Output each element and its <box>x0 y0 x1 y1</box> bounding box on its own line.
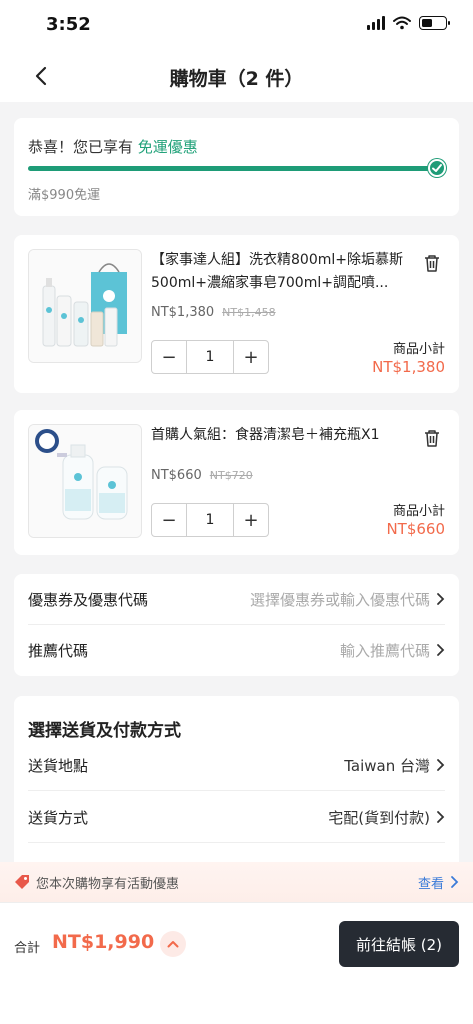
quantity-input[interactable]: 1 <box>186 504 234 536</box>
trash-icon[interactable] <box>423 428 441 448</box>
product-image[interactable] <box>28 249 142 363</box>
battery-icon <box>419 16 450 30</box>
price-current: NT$660 <box>151 468 202 483</box>
divider <box>28 842 445 843</box>
promo-text: 恭喜！您已享有 <box>28 138 138 156</box>
subtotal-value: NT$660 <box>386 520 445 538</box>
product-price: NT$1,380 NT$1,458 <box>151 305 276 320</box>
check-icon <box>428 159 446 177</box>
chevron-right-icon <box>437 644 445 656</box>
total-price: NT$1,990 <box>52 931 155 953</box>
shipping-heading: 選擇送貨及付款方式 <box>28 721 181 741</box>
threshold-note: 滿$990免運 <box>28 188 101 203</box>
method-value: 宅配(貨到付款) <box>328 807 445 828</box>
trash-icon[interactable] <box>423 253 441 273</box>
promo-highlight: 免運優惠 <box>137 138 198 156</box>
view-link-label: 查看 <box>417 876 444 892</box>
decrease-button[interactable]: − <box>152 504 186 536</box>
quantity-stepper: − 1 + <box>151 340 269 374</box>
referral-placeholder: 輸入推薦代碼 <box>339 641 430 660</box>
total-label: 合計 <box>14 941 41 956</box>
cart-item: 首購人氣組：食器清潔皂＋補充瓶X1 NT$660 NT$720 − 1 + 商品小… <box>14 410 459 555</box>
location-label: 送貨地點 <box>28 756 89 775</box>
free-shipping-card: 恭喜！您已享有 免運優惠 滿$990免運 <box>14 118 459 216</box>
promo-message: 恭喜！您已享有 免運優惠 <box>28 136 198 157</box>
subtotal-label: 商品小計 <box>392 342 445 357</box>
method-label: 送貨方式 <box>28 808 89 827</box>
referral-value: 輸入推薦代碼 <box>340 640 445 661</box>
delivery-method-row[interactable]: 送貨方式 宅配(貨到付款) <box>28 792 445 842</box>
activity-text: 您本次購物享有活動優惠 <box>36 876 180 892</box>
decrease-button[interactable]: − <box>152 341 186 373</box>
coupon-row[interactable]: 優惠券及優惠代碼 選擇優惠券或輸入優惠代碼 <box>28 574 445 624</box>
coupon-card: 優惠券及優惠代碼 選擇優惠券或輸入優惠代碼 推薦代碼 輸入推薦代碼 <box>14 574 459 676</box>
chevron-right-icon <box>437 811 445 823</box>
shipping-card: 選擇送貨及付款方式 送貨地點 Taiwan 台灣 送貨方式 宅配(貨到付款) <box>14 696 459 866</box>
increase-button[interactable]: + <box>234 504 268 536</box>
page-title: 購物車（2 件） <box>169 68 304 90</box>
product-name[interactable]: 首購人氣組：食器清潔皂＋補充瓶X1 <box>151 424 416 447</box>
expand-summary-button[interactable] <box>160 931 186 957</box>
signal-icon <box>367 16 385 30</box>
chevron-up-icon <box>167 941 179 948</box>
price-current: NT$1,380 <box>151 305 215 320</box>
divider <box>28 790 445 791</box>
referral-label: 推薦代碼 <box>28 641 89 660</box>
quantity-input[interactable]: 1 <box>186 341 234 373</box>
delivery-location-row[interactable]: 送貨地點 Taiwan 台灣 <box>28 740 445 790</box>
checkout-bar: 合計 NT$1,990 前往結帳 (2) <box>0 902 473 1024</box>
quantity-stepper: − 1 + <box>151 503 269 537</box>
increase-button[interactable]: + <box>234 341 268 373</box>
subtotal-value: NT$1,380 <box>372 358 445 376</box>
chevron-right-icon <box>437 759 445 771</box>
status-time: 3:52 <box>46 14 91 35</box>
progress-fill <box>28 166 446 171</box>
location-text: Taiwan 台灣 <box>344 756 430 775</box>
wifi-icon <box>393 16 411 30</box>
price-original: NT$720 <box>209 469 253 482</box>
status-icons <box>367 16 450 30</box>
view-link[interactable]: 查看 <box>418 873 459 892</box>
coupon-placeholder: 選擇優惠券或輸入優惠代碼 <box>249 590 430 609</box>
method-text: 宅配(貨到付款) <box>328 808 430 827</box>
referral-row[interactable]: 推薦代碼 輸入推薦代碼 <box>28 625 445 675</box>
chevron-right-icon <box>437 593 445 605</box>
nav-bar: 購物車（2 件） <box>0 52 473 102</box>
chevron-right-icon <box>451 876 459 888</box>
activity-banner: 您本次購物享有活動優惠 查看 <box>0 862 473 902</box>
coupon-label: 優惠券及優惠代碼 <box>28 590 149 609</box>
product-image[interactable] <box>28 424 142 538</box>
status-bar: 3:52 <box>0 0 473 52</box>
price-original: NT$1,458 <box>222 306 276 319</box>
free-shipping-progress <box>28 166 446 171</box>
product-name[interactable]: 【家事達人組】洗衣精800ml+除垢慕斯500ml+濃縮家事皂700ml+調配噴… <box>151 249 416 295</box>
tag-icon <box>15 875 29 889</box>
checkout-button[interactable]: 前往結帳 (2) <box>339 921 459 967</box>
coupon-value: 選擇優惠券或輸入優惠代碼 <box>250 589 445 610</box>
subtotal-label: 商品小計 <box>392 504 445 519</box>
cart-item: 【家事達人組】洗衣精800ml+除垢慕斯500ml+濃縮家事皂700ml+調配噴… <box>14 235 459 393</box>
product-price: NT$660 NT$720 <box>151 468 253 483</box>
location-value: Taiwan 台灣 <box>344 755 445 776</box>
